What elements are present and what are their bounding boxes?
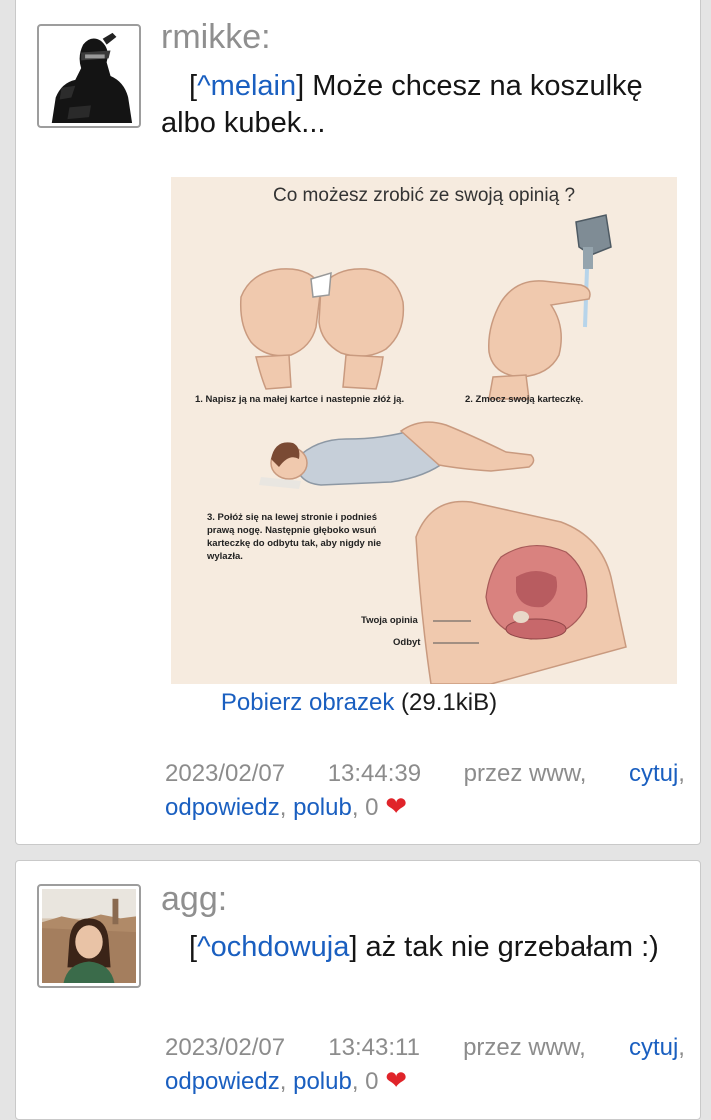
post-via: przez www, xyxy=(463,760,587,787)
post-time: 13:43:11 xyxy=(328,1034,420,1061)
like-link[interactable]: polub xyxy=(293,794,352,821)
attached-image[interactable]: Co możesz zrobić ze swoją opinią ? 1. Na… xyxy=(171,177,677,684)
post-date: 2023/02/07 xyxy=(165,760,286,787)
image-caption-2: 2. Zmocz swoją karteczkę. xyxy=(465,394,584,405)
download-image-link[interactable]: Pobierz obrazek xyxy=(221,689,394,716)
like-count: 0 xyxy=(365,1068,379,1095)
post-time: 13:44:39 xyxy=(327,760,422,787)
comment-text: [^ochdowuja] aż tak nie grzebałam :) xyxy=(189,931,659,963)
post-meta: 2023/02/07 13:44:39 przez www, cytuj, od… xyxy=(165,760,685,821)
image-label-opinion: Twoja opinia xyxy=(361,615,418,626)
post-date: 2023/02/07 xyxy=(165,1034,286,1061)
reply-tag-link[interactable]: ^ochdowuja xyxy=(197,931,349,963)
like-count: 0 xyxy=(365,794,379,821)
comment-text: [^melain] Może chcesz na koszulkę albo k… xyxy=(161,70,643,139)
reply-link[interactable]: odpowiedz xyxy=(165,1068,280,1095)
image-title: Co możesz zrobić ze swoją opinią ? xyxy=(272,185,576,206)
quote-link[interactable]: cytuj xyxy=(629,1034,678,1061)
reply-tag-link[interactable]: ^melain xyxy=(197,70,296,102)
like-link[interactable]: polub xyxy=(293,1068,352,1095)
image-caption-1: 1. Napisz ją na małej kartce i nastepnie… xyxy=(195,394,405,405)
avatar-image xyxy=(42,29,136,123)
download-size: (29.1kiB) xyxy=(401,689,498,716)
image-caption-3: 3. Połóż się na lewej stronie i podnieś … xyxy=(207,512,382,562)
image-label-anus: Odbyt xyxy=(393,637,421,648)
avatar[interactable] xyxy=(37,884,141,988)
post-meta: 2023/02/07 13:43:11 przez www, cytuj, od… xyxy=(165,1034,685,1095)
download-row: Pobierz obrazek (29.1kiB) xyxy=(16,689,702,717)
heart-icon: ❤ xyxy=(385,791,407,821)
avatar[interactable] xyxy=(37,24,141,128)
reply-link[interactable]: odpowiedz xyxy=(165,794,280,821)
author-name: rmikke: xyxy=(161,18,271,56)
comment-post: rmikke: [^melain] Może chcesz na koszulk… xyxy=(15,0,701,845)
heart-icon: ❤ xyxy=(385,1065,407,1095)
comment-post: agg: [^ochdowuja] aż tak nie grzebałam :… xyxy=(15,860,701,1120)
post-via: przez www, xyxy=(463,1034,586,1061)
quote-link[interactable]: cytuj xyxy=(629,760,678,787)
author-name: agg: xyxy=(161,880,228,918)
image-illustration xyxy=(239,214,627,684)
avatar-image xyxy=(42,889,136,983)
comment-body: aż tak nie grzebałam :) xyxy=(357,931,659,963)
